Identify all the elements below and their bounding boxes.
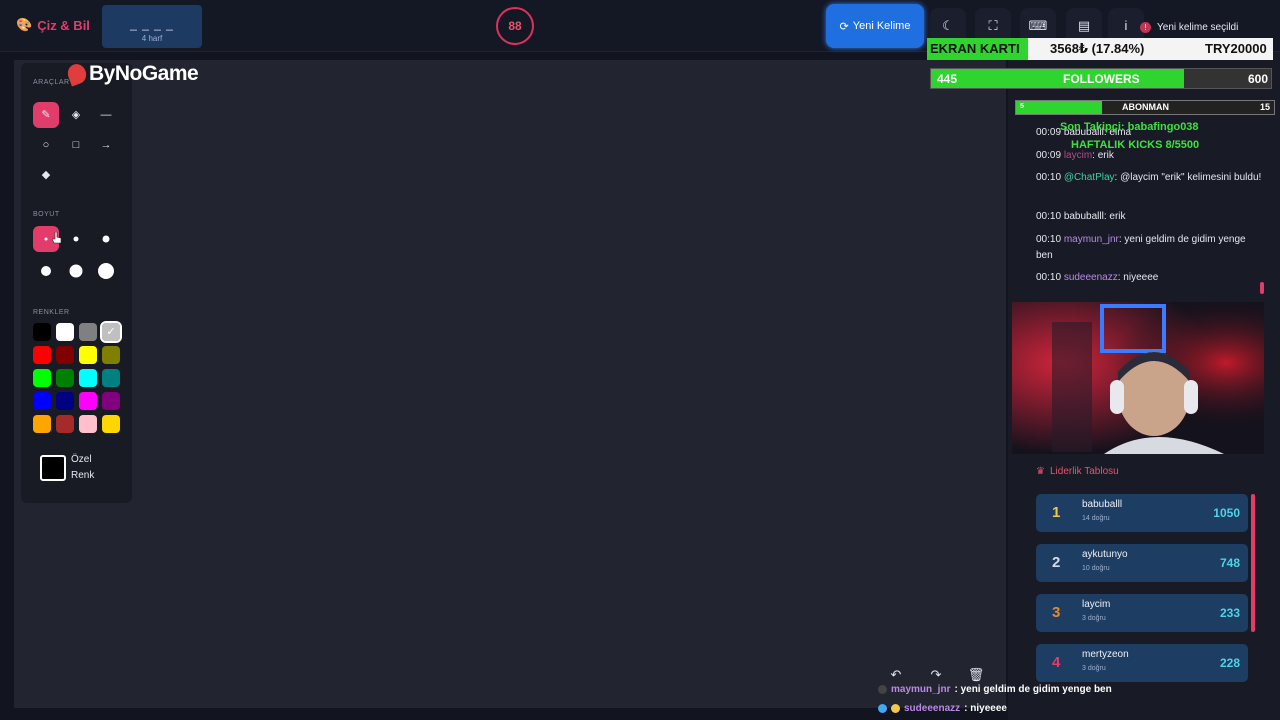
bynogame-logo-icon [65,61,89,87]
brush-icon[interactable]: ✎ [33,102,59,128]
color-swatch[interactable] [33,323,51,341]
rectangle-icon[interactable]: □ [63,132,89,158]
weekly-kicks: HAFTALIK KICKS 8/5500 [1071,139,1200,151]
leaderboard-row: 1 babuballl 14 doğru 1050 [1036,494,1248,532]
redo-icon[interactable]: ↷ [924,664,948,686]
abonman-goal-bar: 5 ABONMAN 15 [1015,100,1275,115]
colors-heading: RENKLER [33,309,70,316]
color-swatch[interactable] [102,346,120,364]
followers-goal-bar: 445 FOLLOWERS 600 [930,68,1272,89]
color-swatch[interactable] [79,415,97,433]
color-swatch[interactable] [56,323,74,341]
color-swatch[interactable] [102,369,120,387]
color-swatch[interactable] [102,392,120,410]
color-swatch[interactable] [56,415,74,433]
palette-icon: 🎨 [16,17,33,32]
leaderboard-title: ♛ Liderlik Tablosu [1036,466,1119,477]
color-swatch[interactable] [56,369,74,387]
size-option-2[interactable] [63,226,89,252]
word-blanks: _ _ _ _ [130,17,174,31]
color-swatch[interactable] [33,392,51,410]
size-option-5[interactable] [63,258,89,284]
circle-icon[interactable]: ○ [33,132,59,158]
brand-name: Çiz & Bil [37,17,90,33]
size-option-4[interactable] [33,258,59,284]
color-swatch[interactable] [56,392,74,410]
toast-text: Yeni kelime seçildi [1157,22,1239,33]
fill-bucket-icon[interactable]: ◆ [33,162,59,188]
hand-cursor-icon [52,232,62,244]
word-hint-box: _ _ _ _ 4 harf [102,5,202,48]
chat-message: 00:10 sudeeenazz: niyeeee [1036,272,1159,283]
leaderboard-row: 2 aykutunyo 10 doğru 748 [1036,544,1248,582]
arrow-icon[interactable]: → [93,132,119,158]
leaderboard-scrollbar[interactable] [1251,494,1255,632]
color-swatch[interactable] [33,346,51,364]
toast-notification: ! Yeni kelime seçildi [1140,22,1238,33]
trash-icon[interactable]: 🗑 [964,664,988,686]
eraser-icon[interactable]: ◈ [63,102,89,128]
crown-icon: ♛ [1036,466,1045,477]
leaderboard-row: 4 mertyzeon 3 doğru 228 [1036,644,1248,682]
size-option-6[interactable] [93,258,119,284]
refresh-icon: ⟳ [839,20,849,33]
color-swatch[interactable] [33,369,51,387]
webcam-feed [1012,302,1264,454]
custom-color-label: Özel Renk [71,454,95,481]
leaderboard-row: 3 laycim 3 doğru 233 [1036,594,1248,632]
new-word-button[interactable]: ⟳ Yeni Kelime [826,4,924,48]
alert-icon: ! [1140,22,1151,33]
app-brand[interactable]: 🎨 Çiz & Bil [16,17,90,33]
chat-message: 00:10 babuballl: erik [1036,211,1126,222]
color-swatch[interactable] [79,392,97,410]
chat-scrollbar[interactable] [1260,282,1264,294]
size-heading: BOYUT [33,211,60,218]
undo-icon[interactable]: ↶ [884,664,908,686]
new-word-label: Yeni Kelime [852,20,911,32]
chat-message: 00:10 maymun_jnr: yeni geldim de gidim y… [1036,234,1246,261]
custom-color-swatch[interactable] [40,455,66,481]
color-swatch[interactable] [79,369,97,387]
countdown-timer: 88 [496,7,534,45]
chat-message: 00:10 @ChatPlay: @laycim "erik" kelimesi… [1036,172,1262,183]
sponsor-logo: ByNoGame [65,61,199,87]
color-swatch[interactable] [102,415,120,433]
stream-chat-line: maymun_jnr: yeni geldim de gidim yenge b… [878,684,1112,695]
color-swatch[interactable] [79,346,97,364]
tools-heading: ARAÇLAR [33,79,70,86]
ekran-karti-goal: EKRAN KARTI 3568₺ (17.84%) TRY20000 [927,38,1273,60]
last-follower: Son Takipçi: babafingo038 [1060,121,1199,133]
tool-panel: ARAÇLAR ✎ ◈ — ○ □ → ◆ BOYUT RENKLER ✓ Öz… [21,63,132,503]
word-length: 4 harf [141,34,163,43]
color-swatch[interactable] [33,415,51,433]
drawing-canvas[interactable] [14,60,1006,708]
color-swatch[interactable] [79,323,97,341]
line-icon[interactable]: — [93,102,119,128]
stream-chat-line: sudeeenazz: niyeeee [878,703,1007,714]
sponsor-name: ByNoGame [89,62,199,85]
color-swatch[interactable] [56,346,74,364]
size-option-3[interactable] [93,226,119,252]
color-swatch[interactable]: ✓ [100,321,122,343]
